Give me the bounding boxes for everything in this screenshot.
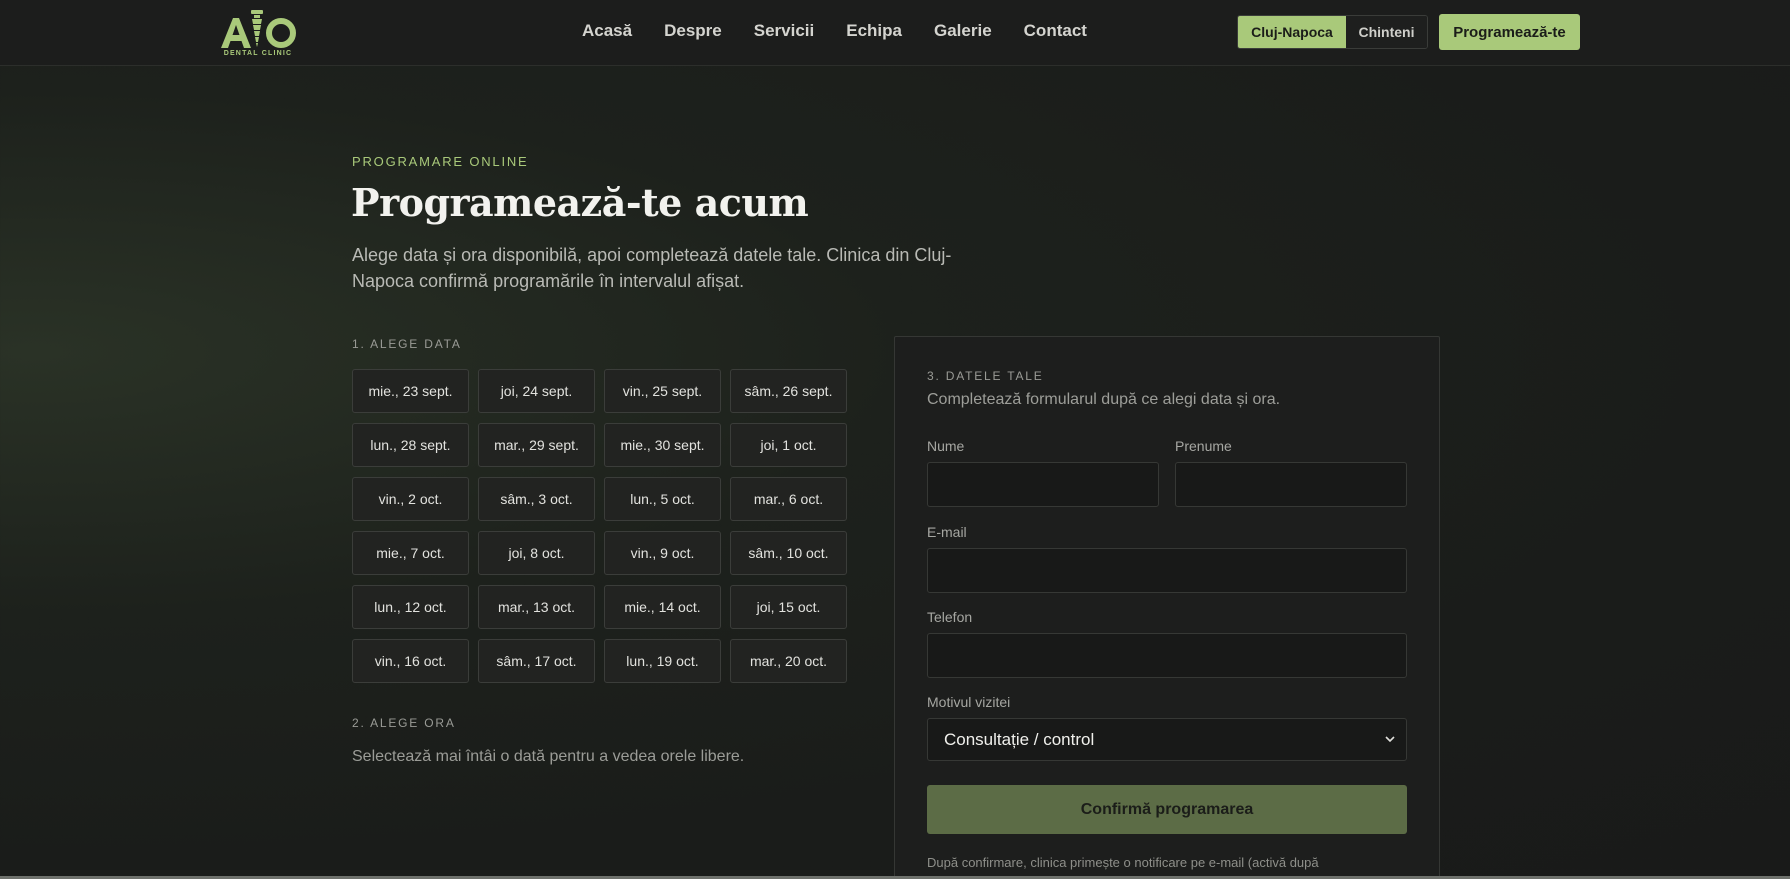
location-option-chinteni[interactable]: Chinteni — [1346, 16, 1427, 48]
date-option[interactable]: joi, 1 oct. — [730, 423, 847, 467]
confirmation-note: După confirmare, clinica primește o noti… — [927, 855, 1319, 870]
nav-item-servicii[interactable]: Servicii — [754, 20, 815, 42]
date-option[interactable]: mie., 30 sept. — [604, 423, 721, 467]
date-option[interactable]: lun., 19 oct. — [604, 639, 721, 683]
nav-item-galerie[interactable]: Galerie — [934, 20, 992, 42]
booking-form-card: 3. DATELE TALE Completează formularul du… — [894, 336, 1440, 879]
date-option[interactable]: sâm., 3 oct. — [478, 477, 595, 521]
date-option[interactable]: joi, 24 sept. — [478, 369, 595, 413]
nume-label: Nume — [927, 438, 965, 454]
logo-mark-icon — [221, 10, 296, 48]
form-section-label: 3. DATELE TALE — [927, 369, 1044, 383]
date-option[interactable]: vin., 2 oct. — [352, 477, 469, 521]
date-option[interactable]: mar., 6 oct. — [730, 477, 847, 521]
date-option[interactable]: vin., 25 sept. — [604, 369, 721, 413]
chevron-down-icon — [1385, 736, 1395, 743]
telefon-label: Telefon — [927, 609, 973, 625]
email-input[interactable] — [927, 548, 1407, 593]
date-option[interactable]: sâm., 17 oct. — [478, 639, 595, 683]
date-grid: mie., 23 sept. joi, 24 sept. vin., 25 se… — [352, 369, 847, 683]
date-option[interactable]: joi, 8 oct. — [478, 531, 595, 575]
date-option[interactable]: mie., 7 oct. — [352, 531, 469, 575]
date-option[interactable]: lun., 28 sept. — [352, 423, 469, 467]
book-appointment-button[interactable]: Programează-te — [1439, 14, 1580, 50]
page-title: Programează-te acum — [351, 180, 809, 225]
date-option[interactable]: lun., 12 oct. — [352, 585, 469, 629]
date-option[interactable]: mar., 13 oct. — [478, 585, 595, 629]
clinic-logo[interactable]: DENTAL CLINIC — [219, 6, 297, 60]
nav-item-despre[interactable]: Despre — [664, 20, 722, 42]
nav-item-acasa[interactable]: Acasă — [582, 20, 632, 42]
form-subtitle: Completează formularul după ce alegi dat… — [927, 391, 1281, 408]
location-toggle: Cluj-Napoca Chinteni — [1237, 15, 1428, 49]
date-option[interactable]: mie., 14 oct. — [604, 585, 721, 629]
date-option[interactable]: mar., 20 oct. — [730, 639, 847, 683]
nav-item-echipa[interactable]: Echipa — [846, 20, 902, 42]
date-option[interactable]: sâm., 10 oct. — [730, 531, 847, 575]
choose-date-label: 1. ALEGE DATA — [352, 337, 462, 351]
date-option[interactable]: vin., 9 oct. — [604, 531, 721, 575]
logo-subtitle: DENTAL CLINIC — [223, 50, 293, 57]
reason-selected-value: Consultație / control — [944, 729, 1095, 749]
date-option[interactable]: sâm., 26 sept. — [730, 369, 847, 413]
reason-select[interactable]: Consultație / control — [927, 718, 1407, 761]
confirm-appointment-button[interactable]: Confirmă programarea — [927, 785, 1407, 834]
reason-label: Motivul vizitei — [927, 694, 1011, 710]
telefon-input[interactable] — [927, 633, 1407, 678]
date-option[interactable]: vin., 16 oct. — [352, 639, 469, 683]
location-option-cluj-napoca[interactable]: Cluj-Napoca — [1238, 16, 1346, 48]
date-option[interactable]: joi, 15 oct. — [730, 585, 847, 629]
date-option[interactable]: lun., 5 oct. — [604, 477, 721, 521]
section-eyebrow: PROGRAMARE ONLINE — [352, 154, 529, 169]
time-hint: Selectează mai întâi o dată pentru a ved… — [352, 748, 745, 765]
nav-item-contact[interactable]: Contact — [1024, 20, 1087, 42]
date-option[interactable]: mie., 23 sept. — [352, 369, 469, 413]
nume-input[interactable] — [927, 462, 1159, 507]
main-nav: Acasă Despre Servicii Echipa Galerie Con… — [582, 20, 1119, 42]
prenume-label: Prenume — [1175, 438, 1232, 454]
prenume-input[interactable] — [1175, 462, 1407, 507]
intro-lead: Alege data și ora disponibilă, apoi comp… — [352, 245, 952, 291]
email-label: E-mail — [927, 524, 967, 540]
date-option[interactable]: mar., 29 sept. — [478, 423, 595, 467]
site-header: DENTAL CLINIC Acasă Despre Servicii Echi… — [0, 0, 1790, 66]
choose-time-label: 2. ALEGE ORA — [352, 716, 456, 730]
